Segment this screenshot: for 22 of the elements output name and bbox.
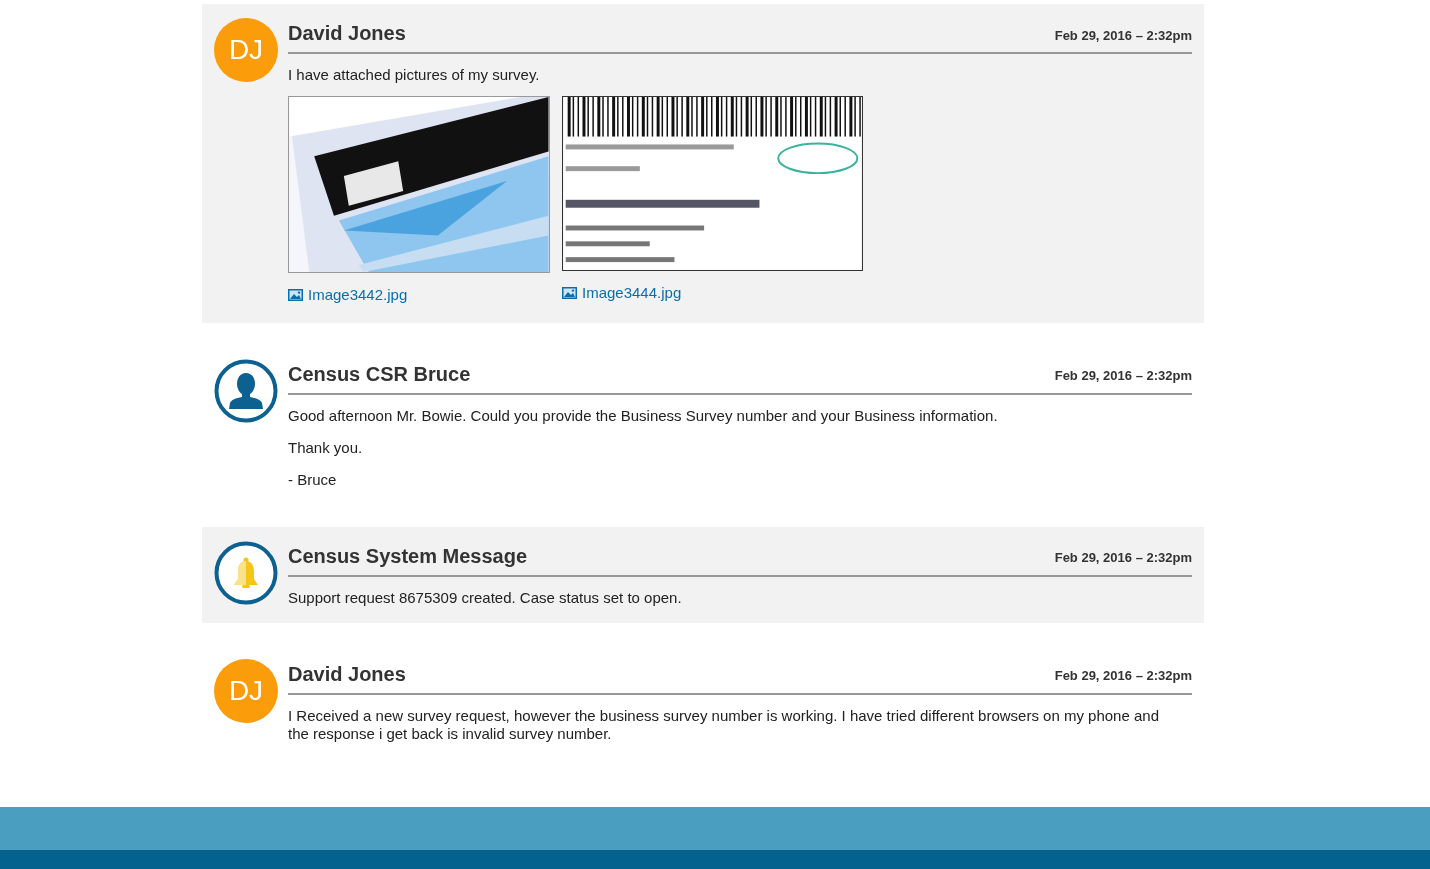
bell-icon [214,540,278,605]
message-text: I have attached pictures of my survey. [288,66,541,84]
message-text: - Bruce [288,470,338,489]
timestamp: Feb 29, 2016 – 2:32pm [1054,367,1192,385]
image-icon [288,289,303,302]
author-name: David Jones [288,661,406,687]
message-text: Thank you. [288,438,364,457]
avatar: DJ [214,18,278,82]
attachment-link[interactable]: Image3444.jpg [562,282,863,305]
image-icon [562,287,577,300]
author-name: Census CSR Bruce [288,361,471,387]
attachment-link[interactable]: Image3442.jpg [288,284,550,307]
timestamp: Feb 29, 2016 – 2:32pm [1054,549,1192,567]
message-text: Support request 8675309 created. Case status set to open. [288,588,683,607]
message-text: Good afternoon Mr. Bowie. Could you provide the Business Survey number and your Business information. [288,406,999,425]
avatar: DJ [214,658,278,723]
message-text: I Received a new survey request, however the business survey number is working. I have tried different browsers on my phone and the response i get back is invalid survey number. [288,706,1160,743]
person-icon [214,358,278,423]
timestamp: Feb 29, 2016 – 2:32pm [1054,667,1192,685]
author-name: David Jones [288,21,406,46]
timestamp: Feb 29, 2016 – 2:32pm [1054,26,1192,45]
author-name: Census System Message [288,543,527,569]
